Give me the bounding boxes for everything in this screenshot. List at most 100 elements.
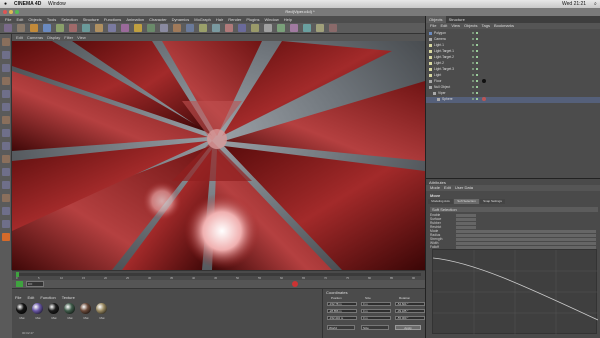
check-icon[interactable] (476, 62, 478, 64)
toolbar-tool-icon[interactable] (316, 24, 324, 32)
visibility-dot[interactable] (472, 68, 474, 70)
left-tool-icon[interactable] (2, 103, 10, 111)
check-icon[interactable] (476, 98, 478, 100)
material-menu-function[interactable]: Function (40, 295, 55, 300)
tab-objects[interactable]: Objects (426, 16, 446, 23)
tab-structure[interactable]: Structure (446, 16, 468, 23)
left-tool-icon[interactable] (2, 90, 10, 98)
check-icon[interactable] (476, 38, 478, 40)
material-swatch[interactable] (32, 303, 43, 314)
toolbar-tool-icon[interactable] (17, 24, 25, 32)
menu-objects[interactable]: Objects (28, 16, 42, 23)
menu-mograph[interactable]: MoGraph (194, 16, 211, 23)
attr-menu-edit[interactable]: Edit (444, 185, 451, 191)
coord-field-rot[interactable]: -55.000 ° (395, 316, 425, 320)
left-tool-icon[interactable] (2, 51, 10, 59)
toolbar-tool-icon[interactable] (186, 24, 194, 32)
attr-row-control[interactable] (456, 238, 596, 241)
left-tool-icon[interactable] (2, 155, 10, 163)
zoom-icon[interactable] (15, 10, 19, 14)
toolbar-tool-icon[interactable] (199, 24, 207, 32)
left-tool-icon[interactable] (2, 181, 10, 189)
material-swatch[interactable] (96, 303, 107, 314)
app-name[interactable]: CINEMA 4D (14, 0, 41, 8)
visibility-dot[interactable] (472, 80, 474, 82)
coord-field-size[interactable]: 0 m (361, 302, 391, 306)
viewport-menu-view[interactable]: View (77, 34, 86, 41)
viewport-3d[interactable] (12, 41, 425, 270)
toolbar-tool-icon[interactable] (251, 24, 259, 32)
menu-dynamics[interactable]: Dynamics (172, 16, 190, 23)
visibility-dot[interactable] (472, 74, 474, 76)
frame-field[interactable]: 0 F (26, 281, 44, 287)
coord-field-pos[interactable]: -152.78 m (327, 302, 357, 306)
attr-row-control[interactable] (456, 242, 596, 245)
toolbar-tool-icon[interactable] (212, 24, 220, 32)
menu-selection[interactable]: Selection (61, 16, 77, 23)
toolbar-tool-icon[interactable] (303, 24, 311, 32)
viewport-menu-edit[interactable]: Edit (16, 34, 23, 41)
apply-button[interactable]: Apply (395, 325, 421, 330)
toolbar-tool-icon[interactable] (225, 24, 233, 32)
menu-hair[interactable]: Hair (216, 16, 223, 23)
toolbar-tool-icon[interactable] (264, 24, 272, 32)
check-icon[interactable] (476, 80, 478, 82)
menu-structure[interactable]: Structure (83, 16, 99, 23)
toolbar-tool-icon[interactable] (121, 24, 129, 32)
attr-menu-mode[interactable]: Mode (430, 185, 440, 191)
toolbar-tool-icon[interactable] (160, 24, 168, 32)
coord-field-rot[interactable]: -39.185 ° (395, 309, 425, 313)
menu-window[interactable]: Window (265, 16, 279, 23)
viewport-menu-display[interactable]: Display (47, 34, 60, 41)
check-icon[interactable] (476, 68, 478, 70)
spotlight-icon[interactable]: ⌕ (594, 0, 597, 8)
attr-menu-user-data[interactable]: User Data (455, 185, 473, 191)
visibility-dot[interactable] (472, 98, 474, 100)
attr-row-control[interactable] (456, 234, 596, 237)
check-icon[interactable] (476, 86, 478, 88)
window-menu[interactable]: Window (48, 0, 66, 8)
material-menu-texture[interactable]: Texture (62, 295, 75, 300)
attr-tab-modeling-axis[interactable]: Modeling Axis (428, 199, 453, 204)
attr-tab-soft-selection[interactable]: Soft Selection (454, 199, 479, 204)
coord-mode-select[interactable]: World (327, 325, 355, 330)
left-tool-icon[interactable] (2, 168, 10, 176)
toolbar-tool-icon[interactable] (173, 24, 181, 32)
falloff-graph[interactable] (432, 249, 599, 335)
coord-field-rot[interactable]: -54.604 ° (395, 302, 425, 306)
attr-row-control[interactable] (456, 226, 476, 229)
left-tool-icon[interactable] (2, 38, 10, 46)
attr-row-control[interactable] (456, 222, 476, 225)
menu-help[interactable]: Help (284, 16, 292, 23)
material-menu-file[interactable]: File (15, 295, 21, 300)
check-icon[interactable] (476, 50, 478, 52)
apple-icon[interactable]: ● (4, 0, 7, 8)
minimize-icon[interactable] (9, 10, 13, 14)
left-tool-icon[interactable] (2, 194, 10, 202)
toolbar-tool-icon[interactable] (290, 24, 298, 32)
menu-animation[interactable]: Animation (126, 16, 144, 23)
visibility-dot[interactable] (472, 62, 474, 64)
toolbar-tool-icon[interactable] (43, 24, 51, 32)
visibility-dot[interactable] (472, 32, 474, 34)
material-swatch[interactable] (80, 303, 91, 314)
toolbar-tool-icon[interactable] (4, 24, 12, 32)
coord-field-pos[interactable]: -28.856 m (327, 309, 357, 313)
left-tool-icon[interactable] (2, 64, 10, 72)
toolbar-tool-icon[interactable] (95, 24, 103, 32)
visibility-dot[interactable] (472, 50, 474, 52)
left-tool-icon[interactable] (2, 142, 10, 150)
menu-tools[interactable]: Tools (47, 16, 56, 23)
menu-render[interactable]: Render (228, 16, 241, 23)
check-icon[interactable] (476, 32, 478, 34)
menu-plugins[interactable]: Plugins (246, 16, 259, 23)
left-tool-icon[interactable] (2, 77, 10, 85)
attr-row-control[interactable] (456, 230, 596, 233)
record-icon[interactable] (292, 281, 298, 287)
left-tool-icon[interactable] (2, 129, 10, 137)
toolbar-tool-icon[interactable] (82, 24, 90, 32)
toolbar-tool-icon[interactable] (147, 24, 155, 32)
toolbar-tool-icon[interactable] (56, 24, 64, 32)
coord-field-pos[interactable]: -152.432 m (327, 316, 357, 320)
left-tool-icon[interactable] (2, 220, 10, 228)
